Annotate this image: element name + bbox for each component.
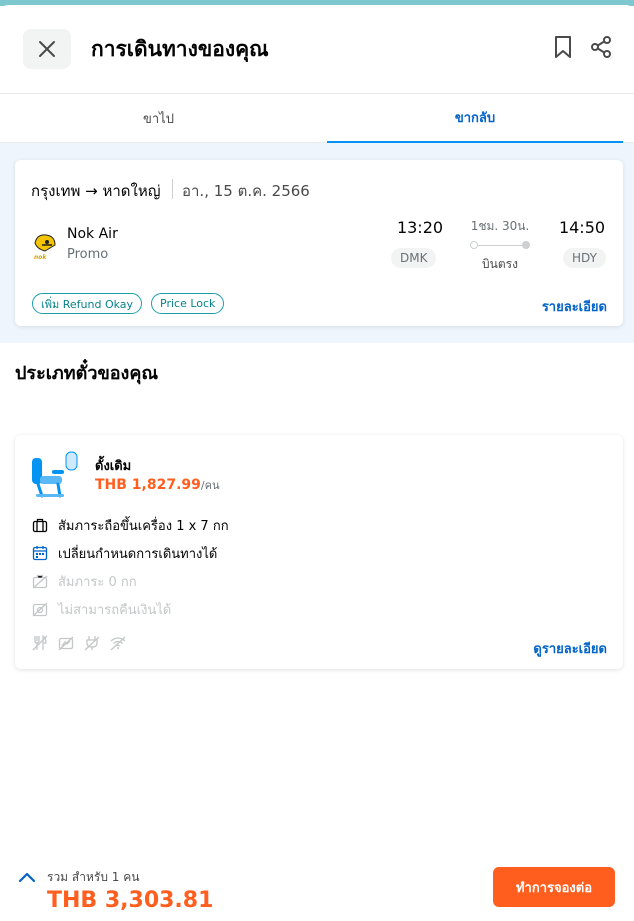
seat-icon: [32, 451, 78, 498]
baggage-icon: [32, 574, 48, 589]
tab-outbound[interactable]: ขาไป: [0, 94, 317, 143]
ticket-type-heading: ประเภทตั๋วของคุณ: [15, 363, 159, 384]
feature-reschedule: เปลี่ยนกำหนดการเดินทางได้: [32, 544, 217, 562]
flight-card: กรุงเทพ → หาดใหญ่ อา., 15 ต.ค. 2566 nok …: [15, 160, 623, 326]
price-lock-tag[interactable]: Price Lock: [151, 293, 225, 314]
arrival-airport-code: HDY: [563, 248, 606, 268]
page-title: การเดินทางของคุณ: [91, 37, 269, 61]
nok-air-logo-icon: nok: [34, 234, 56, 261]
feature-text: สัมภาระ 0 กก: [58, 574, 137, 590]
header: การเดินทางของคุณ: [0, 5, 634, 94]
tab-return[interactable]: ขากลับ: [327, 94, 623, 143]
feature-text: ไม่สามารถคืนเงินได้: [58, 602, 172, 618]
total-label: รวม สำหรับ 1 คน: [47, 870, 140, 884]
share-button[interactable]: [589, 35, 613, 63]
flight-date: อา., 15 ต.ค. 2566: [182, 182, 310, 200]
destination-dot: [522, 241, 530, 249]
flight-details-link[interactable]: รายละเอียด: [515, 296, 607, 317]
feature-text: เปลี่ยนกำหนดการเดินทางได้: [58, 546, 218, 562]
route-text: กรุงเทพ → หาดใหญ่: [31, 182, 161, 200]
wifi-icon: [110, 636, 126, 651]
feature-cabin-bag: สัมภาระถือขึ้นเครื่อง 1 x 7 กก: [32, 516, 229, 534]
departure-airport-code: DMK: [391, 248, 437, 268]
trip-panel: การเดินทางของคุณ ขาไป ขากลับ กรุงเทพ → ห…: [0, 5, 634, 921]
origin-dot: [470, 241, 478, 249]
close-icon: [39, 41, 55, 57]
airline-name: Nok Air: [67, 226, 118, 242]
feature-baggage: สัมภาระ 0 กก: [32, 572, 137, 590]
feature-text: สัมภาระถือขึ้นเครื่อง 1 x 7 กก: [58, 518, 229, 534]
per-person-label: /คน: [200, 479, 220, 492]
stops-text: บินตรง: [482, 257, 518, 271]
fare-details-link[interactable]: ดูรายละเอียด: [505, 638, 607, 659]
entertainment-icon: [58, 636, 74, 651]
total-price: THB 3,303.81: [47, 888, 214, 913]
close-button[interactable]: [23, 29, 71, 69]
bookmark-icon: [555, 36, 571, 58]
refund-okay-tag[interactable]: เพิ่ม Refund Okay: [32, 293, 143, 314]
fare-class: Promo: [67, 247, 109, 262]
divider: [172, 179, 173, 199]
refund-icon: [32, 602, 48, 617]
departure-time: 13:20: [396, 218, 444, 237]
arrival-time: 14:50: [558, 218, 606, 237]
share-icon: [591, 36, 611, 58]
calendar-icon: [32, 546, 48, 561]
trip-tabs: ขาไป ขากลับ: [0, 94, 634, 143]
fare-card[interactable]: ดั้งเดิม THB 1,827.99/คน สัมภาระถือขึ้นเ…: [15, 435, 623, 669]
chevron-up-icon[interactable]: [18, 871, 36, 883]
feature-refund: ไม่สามารถคืนเงินได้: [32, 600, 171, 618]
bookmark-button[interactable]: [552, 35, 574, 63]
amenities-row: [32, 635, 136, 651]
continue-booking-button[interactable]: ทำการจองต่อ: [493, 867, 615, 907]
power-icon: [84, 636, 100, 651]
fare-price: THB 1,827.99/คน: [95, 476, 220, 494]
flight-duration: 1ชม. 30น.: [470, 219, 530, 233]
duration-line: [474, 245, 527, 246]
meal-icon: [32, 635, 48, 651]
svg-text:nok: nok: [34, 254, 47, 261]
fare-price-value: THB 1,827.99: [95, 477, 201, 493]
booking-footer: รวม สำหรับ 1 คน THB 3,303.81 ทำการจองต่อ: [0, 858, 634, 921]
fare-name: ดั้งเดิม: [95, 459, 132, 474]
cabin-bag-icon: [32, 518, 48, 533]
